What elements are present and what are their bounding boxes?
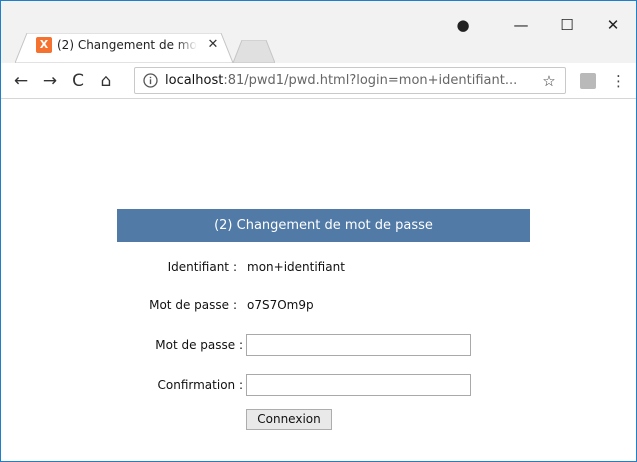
confirmation-input[interactable] — [246, 374, 471, 396]
identifiant-label: Identifiant — [167, 260, 229, 274]
home-icon[interactable]: ⌂ — [96, 71, 116, 91]
bookmark-star-icon[interactable]: ☆ — [539, 71, 559, 91]
info-icon[interactable] — [143, 73, 158, 88]
pdf-extension-icon[interactable] — [580, 73, 596, 89]
minimize-button[interactable]: — — [511, 15, 531, 35]
reload-icon[interactable]: C — [68, 71, 88, 91]
xampp-favicon-icon: X — [36, 37, 52, 53]
form-header: (2) Changement de mot de passe — [117, 209, 530, 242]
maximize-button[interactable]: ☐ — [557, 15, 577, 35]
new-password-label: Mot de passe : — [155, 338, 243, 352]
identifiant-value: mon+identifiant — [247, 260, 345, 274]
connexion-button[interactable]: Connexion — [246, 409, 332, 430]
browser-toolbar: ← → C ⌂ localhost:81/pwd1/pwd.html?login… — [1, 63, 636, 99]
current-password-colon: : — [233, 298, 238, 312]
forward-arrow-icon[interactable]: → — [40, 71, 60, 91]
tab-title: (2) Changement de mot de passe — [57, 38, 197, 52]
identifiant-colon: : — [233, 260, 238, 274]
url-path: :81/pwd1/pwd.html?login=mon+identifiant.… — [223, 73, 518, 88]
menu-dots-icon[interactable]: ⋮ — [611, 71, 626, 91]
tab-close-icon[interactable]: ✕ — [205, 37, 221, 53]
browser-window: X (2) Changement de mot de passe ✕ ● — ☐… — [0, 0, 637, 462]
address-bar[interactable]: localhost:81/pwd1/pwd.html?login=mon+ide… — [134, 67, 566, 94]
confirmation-label: Confirmation : — [157, 378, 244, 392]
current-password-label: Mot de passe — [149, 298, 229, 312]
close-window-button[interactable]: ✕ — [603, 15, 623, 35]
page-content: (2) Changement de mot de passe Identifia… — [1, 99, 636, 461]
user-profile-icon[interactable]: ● — [453, 15, 473, 35]
new-password-input[interactable] — [246, 334, 471, 356]
browser-tab[interactable]: X (2) Changement de mot de passe ✕ — [15, 33, 233, 63]
title-bar: X (2) Changement de mot de passe ✕ ● — ☐… — [1, 1, 636, 63]
url-host: localhost — [165, 73, 224, 88]
new-tab-button[interactable] — [233, 40, 275, 63]
back-arrow-icon[interactable]: ← — [11, 71, 31, 91]
current-password-value: o7S7Om9p — [247, 298, 314, 312]
url-text[interactable]: localhost:81/pwd1/pwd.html?login=mon+ide… — [165, 71, 535, 91]
